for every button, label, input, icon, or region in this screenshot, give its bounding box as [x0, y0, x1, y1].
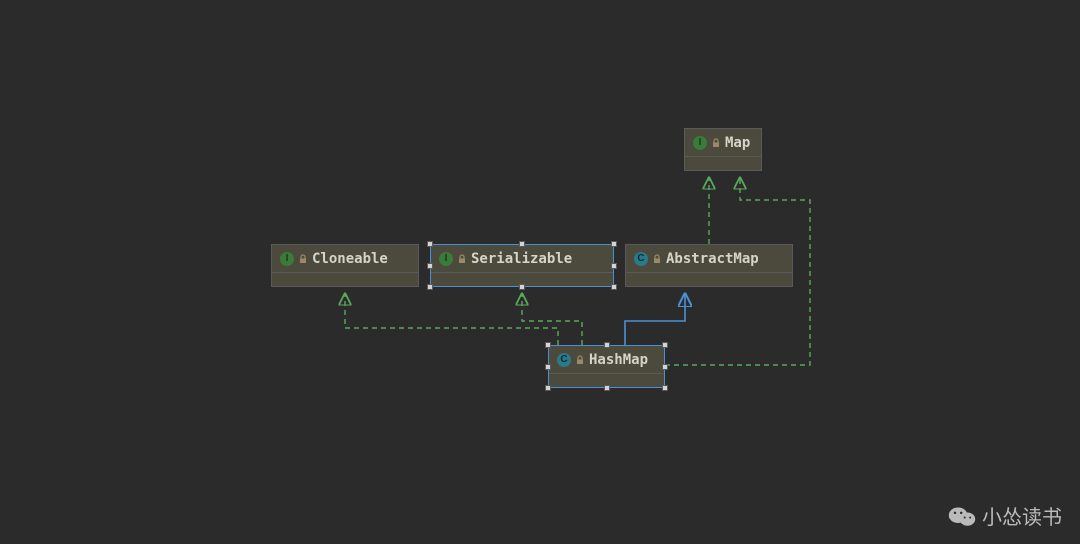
resize-handle[interactable] [545, 364, 551, 370]
node-label: Serializable [471, 251, 572, 267]
interface-icon: I [693, 136, 707, 150]
edge-hashmap-cloneable [345, 294, 558, 345]
lock-icon [575, 350, 585, 369]
interface-icon: I [280, 252, 294, 266]
node-map[interactable]: I Map [684, 128, 762, 171]
interface-icon: I [439, 252, 453, 266]
resize-handle[interactable] [604, 385, 610, 391]
resize-handle[interactable] [611, 241, 617, 247]
resize-handle[interactable] [545, 342, 551, 348]
resize-handle[interactable] [519, 284, 525, 290]
resize-handle[interactable] [611, 284, 617, 290]
resize-handle[interactable] [662, 385, 668, 391]
edge-hashmap-serializable [522, 294, 582, 345]
node-label: AbstractMap [666, 251, 759, 267]
edge-hashmap-abstractmap [625, 294, 685, 345]
resize-handle[interactable] [604, 342, 610, 348]
lock-icon [298, 249, 308, 268]
node-serializable[interactable]: I Serializable [430, 244, 614, 287]
lock-icon [711, 133, 721, 152]
resize-handle[interactable] [662, 364, 668, 370]
diagram-canvas[interactable]: I Map I Cloneable I Serializable C Abstr… [0, 0, 1080, 544]
resize-handle[interactable] [427, 284, 433, 290]
resize-handle[interactable] [611, 263, 617, 269]
lock-icon [457, 249, 467, 268]
node-abstractmap[interactable]: C AbstractMap [625, 244, 793, 287]
resize-handle[interactable] [519, 241, 525, 247]
resize-handle[interactable] [662, 342, 668, 348]
class-icon: C [634, 252, 648, 266]
resize-handle[interactable] [427, 241, 433, 247]
watermark: 小怂读书 [948, 501, 1062, 530]
node-label: Cloneable [312, 251, 388, 267]
wechat-icon [948, 505, 976, 527]
node-hashmap[interactable]: C HashMap [548, 345, 665, 388]
node-cloneable[interactable]: I Cloneable [271, 244, 419, 287]
node-label: Map [725, 135, 750, 151]
class-icon: C [557, 353, 571, 367]
watermark-text: 小怂读书 [982, 501, 1062, 530]
resize-handle[interactable] [427, 263, 433, 269]
lock-icon [652, 249, 662, 268]
node-label: HashMap [589, 352, 648, 368]
resize-handle[interactable] [545, 385, 551, 391]
